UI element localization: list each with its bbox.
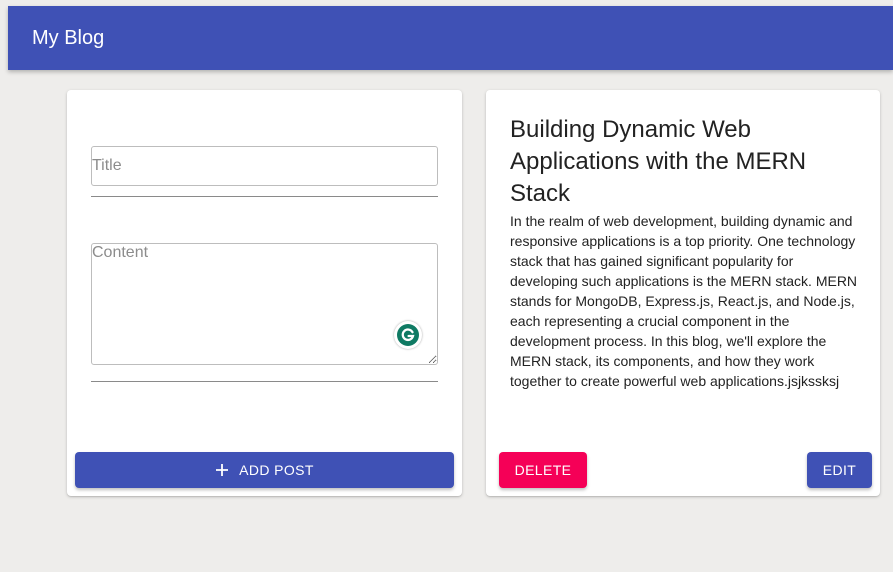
edit-post-button[interactable]: EDIT [807,452,872,488]
delete-post-button[interactable]: DELETE [499,452,587,488]
content-field [91,243,438,382]
edit-label: EDIT [822,462,857,478]
post-card: Building Dynamic Web Applications with t… [486,90,880,496]
post-title: Building Dynamic Web Applications with t… [510,116,807,207]
app-bar: My Blog [8,6,893,70]
delete-label: DELETE [514,462,572,478]
plus-icon [215,463,229,477]
grammarly-logo-icon [397,324,419,346]
grammarly-icon[interactable] [394,321,422,349]
new-post-form-card: ADD POST [67,90,462,496]
post-content: In the realm of web development, buildin… [510,213,858,389]
add-post-button[interactable]: ADD POST [75,452,454,488]
app-title: My Blog [32,26,105,49]
title-input[interactable] [91,146,438,186]
content-input[interactable] [91,243,438,365]
add-post-label: ADD POST [239,462,314,478]
title-field [91,146,438,197]
